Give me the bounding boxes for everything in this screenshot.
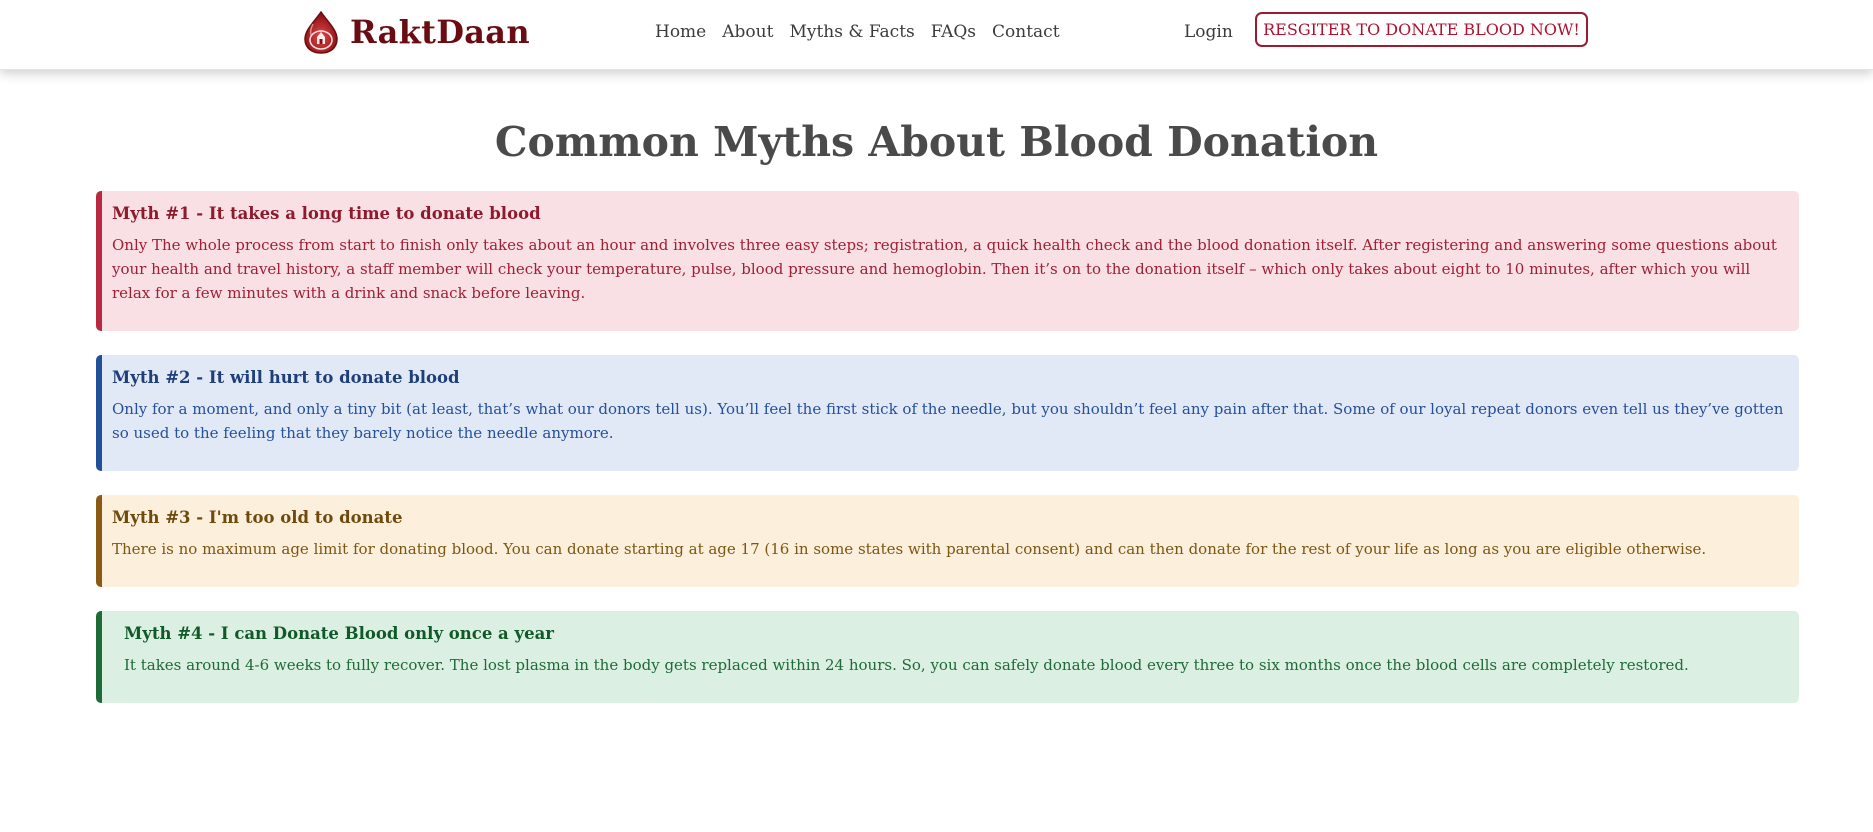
myth-card-2: Myth #2 - It will hurt to donate blood O… xyxy=(96,355,1799,471)
myth-heading: Myth #1 - It takes a long time to donate… xyxy=(112,204,541,223)
nav-links: Home About Myths & Facts FAQs Contact xyxy=(655,20,1060,44)
page-title: Common Myths About Blood Donation xyxy=(494,118,1379,166)
nav-item-myths-facts: Myths & Facts xyxy=(789,20,914,44)
nav-item-about: About xyxy=(722,20,773,44)
navbar: RaktDaan Home About Myths & Facts FAQs C… xyxy=(0,0,1873,70)
nav-item-faqs: FAQs xyxy=(931,20,976,44)
register-donate-button[interactable]: RESGITER TO DONATE BLOOD NOW! xyxy=(1255,12,1588,47)
myth-card-4: Myth #4 - I can Donate Blood only once a… xyxy=(96,611,1799,703)
blood-drop-logo-icon xyxy=(304,10,338,54)
nav-link-about[interactable]: About xyxy=(722,22,773,42)
nav-item-contact: Contact xyxy=(992,20,1060,44)
nav-link-faqs[interactable]: FAQs xyxy=(931,22,976,42)
nav-link-contact[interactable]: Contact xyxy=(992,22,1060,42)
myth-body: Only for a moment, and only a tiny bit (… xyxy=(112,400,1784,442)
brand-link[interactable]: RaktDaan xyxy=(300,10,530,54)
myth-body: Only The whole process from start to fin… xyxy=(112,236,1777,302)
myth-heading: Myth #2 - It will hurt to donate blood xyxy=(112,368,460,387)
login-link[interactable]: Login xyxy=(1184,20,1233,44)
nav-item-home: Home xyxy=(655,20,706,44)
nav-link-myths-facts[interactable]: Myths & Facts xyxy=(789,22,914,42)
myth-body: It takes around 4-6 weeks to fully recov… xyxy=(124,656,1689,674)
myth-heading: Myth #4 - I can Donate Blood only once a… xyxy=(124,624,554,643)
myth-card-3: Myth #3 - I'm too old to donate There is… xyxy=(96,495,1799,587)
brand-name: RaktDaan xyxy=(350,13,530,51)
myth-heading: Myth #3 - I'm too old to donate xyxy=(112,508,403,527)
myth-card-1: Myth #1 - It takes a long time to donate… xyxy=(96,191,1799,331)
myth-body: There is no maximum age limit for donati… xyxy=(112,540,1707,558)
nav-link-home[interactable]: Home xyxy=(655,22,706,42)
